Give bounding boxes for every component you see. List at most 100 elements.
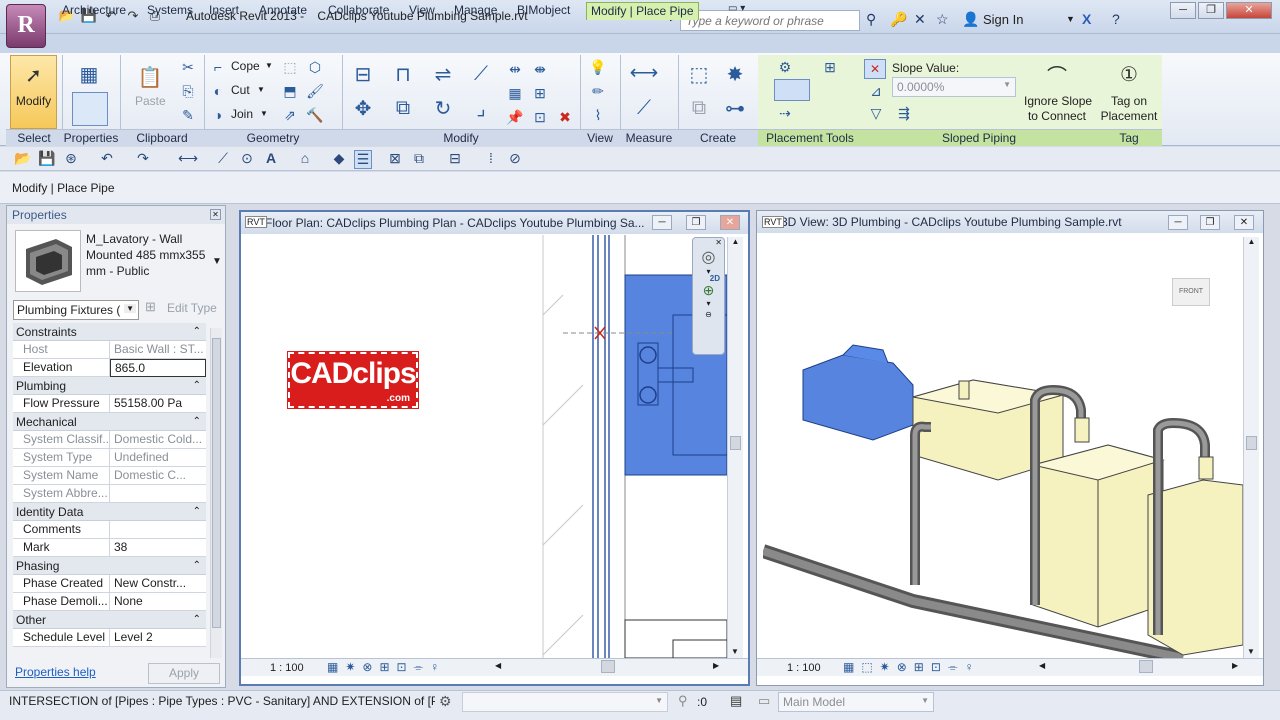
join-dropdown-icon[interactable]: ▼ [260,109,268,118]
linework-icon[interactable]: ⌇ [588,106,608,124]
demolish-icon[interactable]: ⬒ [280,82,300,100]
tag-on-placement-button[interactable]: Tag on Placement [1099,94,1159,124]
save-icon[interactable]: 💾 [38,150,56,167]
close-hidden-icon[interactable]: ⊠ [386,150,404,167]
section-icon[interactable]: ◆ [330,150,348,167]
tab-bimobject[interactable]: BIMobject [513,2,574,20]
properties-help-link[interactable]: Properties help [15,665,96,679]
nav-options-icon[interactable]: ⊖ [693,310,724,319]
elevation-input[interactable]: 865.0 [110,359,206,377]
properties-toggle-icon[interactable] [72,92,108,126]
section-phasing[interactable]: Phasing ⌃ [13,557,206,575]
prop-value[interactable]: New Constr... [110,575,206,593]
tag-icon[interactable]: ① [1112,58,1146,90]
section-mechanical[interactable]: Mechanical ⌃ [13,413,206,431]
measure-distance-icon[interactable]: ⟷ [624,58,664,86]
cope-icon[interactable]: ⌐ [208,58,228,76]
dimension-icon[interactable]: ⟋ [214,150,232,167]
3d-scale[interactable]: 1 : 100 [787,662,821,674]
3d-view-icon[interactable]: ⌂ [296,150,314,166]
cope-label[interactable]: Cope [231,59,260,74]
join-icon[interactable]: ◑ [208,106,228,124]
sync-icon[interactable]: ⊛ [62,150,80,167]
show-slope-tooltip-icon[interactable]: ⇶ [894,104,914,122]
prop-value[interactable]: 55158.00 Pa [110,395,206,413]
slope-value-select[interactable]: 0.0000% ▼ [892,77,1016,97]
cut-scissors-icon[interactable]: ✂ [178,58,198,76]
aligned-dimension-icon[interactable]: ⟋ [624,92,664,124]
mirror-axis-icon[interactable]: ⇌ [426,58,460,90]
array-icon[interactable]: ▦ [505,84,525,102]
tab-view[interactable]: View [405,2,439,20]
design-option-select[interactable]: Main Model ▼ [778,692,934,712]
unpin-icon[interactable]: ⊡ [530,108,550,126]
tag-by-category-icon[interactable]: ⊙ [238,150,256,167]
hide-icon[interactable]: 💡 [588,58,608,76]
favorites-icon[interactable]: ☆ [936,11,949,28]
scroll-down-icon[interactable]: ▼ [728,647,742,656]
category-filter-select[interactable]: Plumbing Fixtures (▼ [13,300,139,320]
prop-row-elevation[interactable]: Elevation 865.0 [13,359,206,377]
slope-up-icon[interactable]: ⊿ [866,82,886,100]
properties-scrollbar[interactable] [210,328,222,658]
slope-off-icon[interactable]: ✕ [864,59,886,79]
modify-button[interactable]: ➚ Modify [10,55,57,129]
prop-value[interactable] [110,521,206,539]
match-type-icon[interactable]: ✎ [178,106,198,124]
override-graphics-icon[interactable]: ✏ [588,82,608,100]
slope-down-icon[interactable]: ▽ [866,104,886,122]
close-palette-icon[interactable]: ✕ [210,209,221,220]
ignore-slope-button[interactable]: Ignore Slope to Connect [1024,94,1092,124]
tab-collaborate[interactable]: Collaborate [324,2,393,20]
justification-icon[interactable]: ⚙ [775,58,795,76]
open-icon[interactable]: 📂 [14,150,32,167]
tab-systems[interactable]: Systems [143,2,197,20]
cope-dropdown-icon[interactable]: ▼ [265,61,273,70]
zoom-dropdown-icon[interactable]: ▾ [693,299,724,308]
split-gap-icon[interactable]: ⇼ [530,60,550,78]
scroll-up-icon[interactable]: ▲ [728,237,743,246]
cut-label[interactable]: Cut [231,83,250,98]
apply-button[interactable]: Apply [148,663,220,684]
scroll-thumb[interactable] [1246,436,1257,450]
tab-modify-place-pipe[interactable]: Modify | Place Pipe [586,2,699,20]
paste-icon[interactable]: 📋 [135,60,165,94]
prop-row-comments[interactable]: Comments [13,521,206,539]
tab-insert[interactable]: Insert [205,2,243,20]
prop-row-schedule-level[interactable]: Schedule Level Level 2 [13,629,206,647]
prop-value[interactable]: Level 2 [110,629,206,647]
3d-vertical-scrollbar[interactable]: ▲ ▼ [1243,237,1259,658]
type-properties-icon[interactable]: ▦ [72,60,106,88]
scroll-right-icon[interactable]: ▶ [713,661,719,670]
hammer-icon[interactable]: 🔨 [305,106,325,124]
pin-icon[interactable]: 📌 [505,108,525,126]
text-icon[interactable]: A [262,150,280,166]
scroll-thumb[interactable] [212,338,221,628]
sign-in-dropdown-icon[interactable]: ▼ [1066,14,1075,24]
measure-icon[interactable]: ⟷ [178,150,198,167]
3d-view-canvas[interactable] [763,235,1243,658]
scale-icon[interactable]: ⊞ [530,84,550,102]
h-scroll-thumb[interactable] [1139,660,1153,673]
copy-icon[interactable]: ⎘ [178,82,198,100]
binoculars-icon[interactable]: ⚲ [866,11,876,28]
h-scroll-thumb[interactable] [601,660,615,673]
type-selector-dropdown-icon[interactable]: ▼ [212,256,222,267]
inherit-size-icon[interactable]: ⊞ [820,58,840,76]
ignore-slope-icon[interactable]: ⌒ [1038,60,1076,88]
rotate-icon[interactable]: ↻ [426,92,460,124]
trim-icon[interactable]: ⌟ [464,92,498,124]
floor-restore-button[interactable]: ❐ [686,215,706,230]
close-nav-icon[interactable]: ✕ [693,238,724,247]
scroll-left-icon[interactable]: ◀ [495,661,501,670]
prop-row-phase-demolished[interactable]: Phase Demoli... None [13,593,206,611]
switch-windows-icon[interactable]: ⧉ [410,150,428,167]
cut-geometry-icon[interactable]: ◐ [208,82,228,100]
move-icon[interactable]: ✥ [346,92,380,124]
offset-icon[interactable]: ⊓ [386,58,420,90]
undo-icon[interactable]: ↶ [98,150,116,167]
split-icon[interactable]: ⇹ [505,60,525,78]
section-other[interactable]: Other ⌃ [13,611,206,629]
worksets-icon[interactable]: ⚙ [439,693,452,710]
mirror-draw-icon[interactable]: ⟋ [464,58,498,90]
